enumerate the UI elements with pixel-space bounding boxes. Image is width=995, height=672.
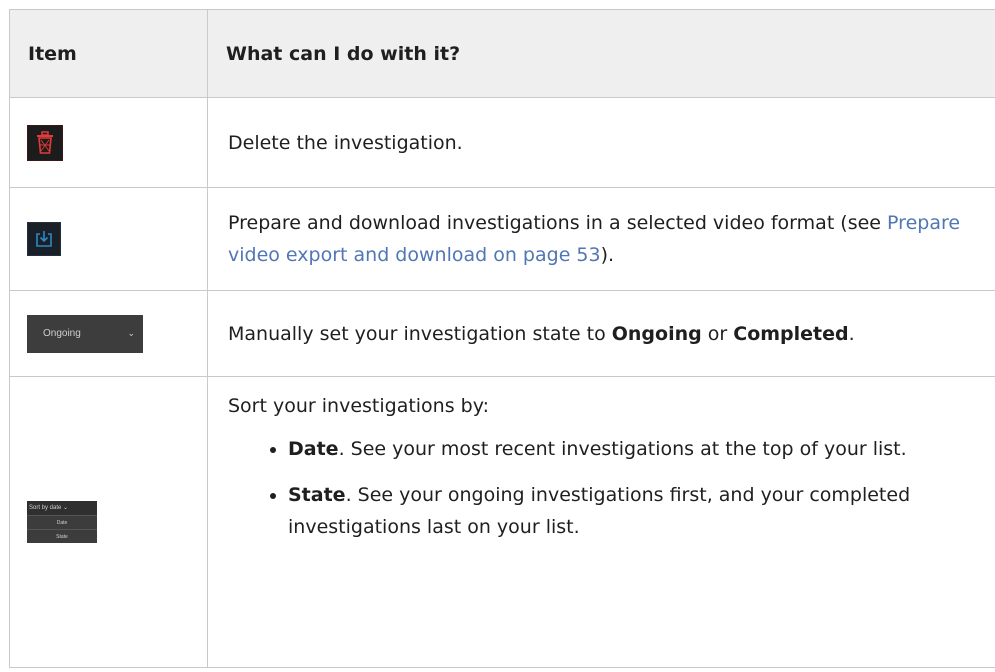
list-item: Date. See your most recent investigation…: [270, 433, 978, 465]
sort-intro-text: Sort your investigations by:: [228, 395, 489, 417]
sort-dropdown-header: Sort by date ⌄: [27, 501, 97, 515]
investigation-items-table-wrapper: Item What can I do with it? Delete the i…: [9, 9, 995, 672]
table-row-delete: Delete the investigation.: [9, 97, 995, 188]
description-cell: Manually set your investigation state to…: [207, 290, 995, 377]
list-item: State. See your ongoing investigations f…: [270, 479, 978, 543]
sort-options-list: Date. See your most recent investigation…: [228, 433, 978, 543]
state-dropdown-thumbnail: Ongoing ⌄: [27, 314, 143, 353]
investigation-items-table: Item What can I do with it? Delete the i…: [9, 9, 995, 668]
trash-icon: [27, 124, 63, 161]
column-header-item: Item: [9, 9, 208, 98]
item-cell: Sort by date ⌄ Date State: [9, 376, 208, 668]
sort-option: State: [27, 529, 97, 543]
state-dropdown-label: Ongoing: [43, 328, 81, 339]
bullet-icon: [270, 493, 276, 499]
table-header-row: Item What can I do with it?: [9, 9, 995, 98]
item-cell: Ongoing ⌄: [9, 290, 208, 377]
table-row-state: Ongoing ⌄ Manually set your investigatio…: [9, 290, 995, 377]
description-cell: Delete the investigation.: [207, 97, 995, 188]
table-row-sort: Sort by date ⌄ Date State Sort your inve…: [9, 376, 995, 668]
column-header-description: What can I do with it?: [207, 9, 995, 98]
item-cell: [9, 97, 208, 188]
download-icon: [27, 222, 61, 256]
table-row-download: Prepare and download investigations in a…: [9, 187, 995, 291]
bullet-icon: [270, 447, 276, 453]
sort-option: Date: [27, 515, 97, 529]
item-cell: [9, 187, 208, 291]
sort-dropdown-thumbnail: Sort by date ⌄ Date State: [27, 501, 97, 543]
description-cell: Sort your investigations by: Date. See y…: [207, 376, 995, 668]
chevron-down-icon: ⌄: [127, 328, 135, 338]
description-cell: Prepare and download investigations in a…: [207, 187, 995, 291]
